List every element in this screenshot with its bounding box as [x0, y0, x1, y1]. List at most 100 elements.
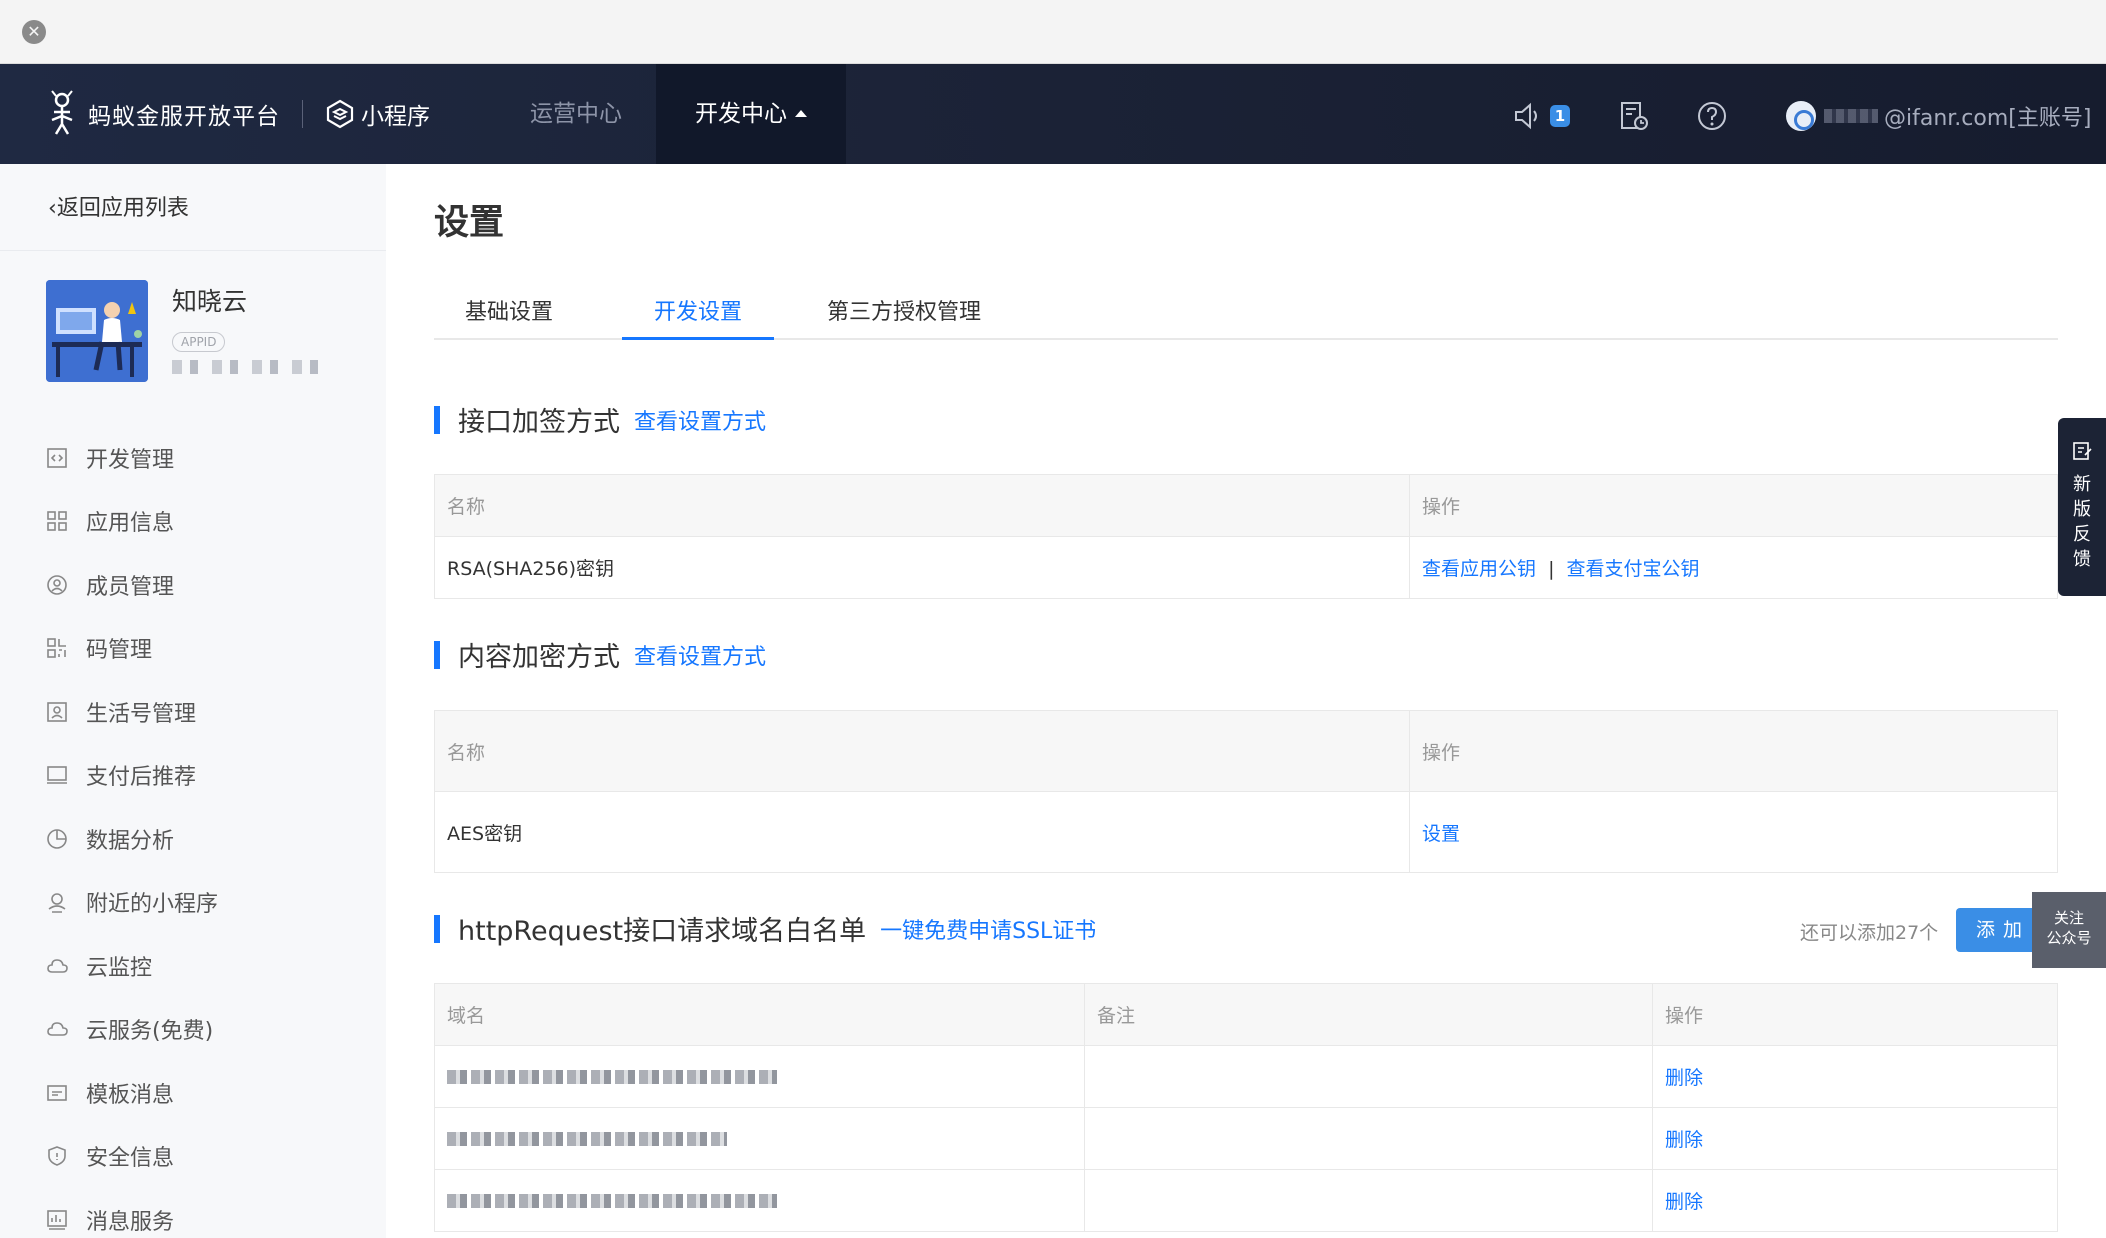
view-app-public-key-link[interactable]: 查看应用公钥	[1422, 558, 1536, 580]
sign-table: 名称 操作 RSA(SHA256)密钥 查看应用公钥 | 查看支付宝公钥	[434, 474, 2058, 599]
help-icon[interactable]	[1696, 100, 1728, 132]
action-cell: 删除	[1652, 1045, 2058, 1108]
sidebar-item-label: 附近的小程序	[86, 892, 219, 918]
whitelist-table: 域名 备注 操作 删除 删除 删除	[434, 983, 2058, 1232]
delete-domain-link[interactable]: 删除	[1665, 1129, 1703, 1151]
sign-section-label: 接口加签方式	[458, 407, 620, 438]
sidebar-item-code-management[interactable]: 码管理	[0, 617, 386, 681]
sidebar-item-post-payment-recommend[interactable]: 支付后推荐	[0, 744, 386, 808]
table-row: 删除	[434, 1169, 2058, 1232]
sign-section-title: 接口加签方式 查看设置方式	[434, 400, 766, 439]
sidebar-item-app-info[interactable]: 应用信息	[0, 490, 386, 554]
account-name-redacted	[1824, 109, 1878, 123]
domain-redacted	[447, 1070, 777, 1084]
feedback-label: 新版反馈	[2073, 474, 2091, 570]
sidebar-item-label: 生活号管理	[86, 701, 197, 727]
table-row: 删除	[434, 1107, 2058, 1170]
encrypt-view-settings-link[interactable]: 查看设置方式	[634, 639, 766, 671]
sidebar-item-cloud-monitoring[interactable]: 云监控	[0, 934, 386, 998]
sidebar-item-cloud-service[interactable]: 云服务(免费)	[0, 998, 386, 1062]
tab-dev-settings[interactable]: 开发设置	[622, 288, 774, 340]
chart-icon	[47, 1209, 67, 1230]
apps-icon	[47, 511, 67, 532]
nav-development-label: 开发中心	[695, 101, 787, 127]
sidebar-item-label: 应用信息	[86, 511, 175, 537]
edit-note-icon	[2073, 442, 2092, 460]
sidebar-item-dev-management[interactable]: 开发管理	[0, 426, 386, 490]
ssl-certificate-link[interactable]: 一键免费申请SSL证书	[880, 913, 1096, 945]
new-version-feedback-panel[interactable]: 新版反馈	[2058, 418, 2106, 596]
aes-set-link[interactable]: 设置	[1422, 823, 1460, 845]
sidebar-item-label: 码管理	[86, 638, 153, 664]
remark-cell	[1084, 1169, 1653, 1232]
main-content: 设置 基础设置 开发设置 第三方授权管理 接口加签方式 查看设置方式 名称 操作…	[386, 164, 2106, 1238]
whitelist-quota: 还可以添加27个	[1800, 922, 1939, 944]
sidebar-item-label: 云服务(免费)	[86, 1019, 214, 1045]
sidebar-item-label: 成员管理	[86, 574, 175, 600]
view-alipay-public-key-link[interactable]: 查看支付宝公钥	[1567, 558, 1700, 580]
page-title: 设置	[434, 203, 505, 243]
remark-cell	[1084, 1107, 1653, 1170]
sidebar-item-label: 安全信息	[86, 1146, 175, 1172]
account-menu[interactable]: @ifanr.com[主账号]	[1786, 100, 2091, 132]
column-header-remark: 备注	[1084, 983, 1653, 1046]
column-header-action: 操作	[1409, 474, 2058, 537]
sidebar-item-label: 云监控	[86, 955, 153, 981]
user-avatar-icon	[1786, 101, 1816, 131]
action-separator: |	[1548, 558, 1555, 580]
document-clock-icon[interactable]	[1618, 100, 1650, 132]
follow-official-account-panel[interactable]: 关注 公众号	[2032, 892, 2106, 968]
sidebar-item-security-info[interactable]: 安全信息	[0, 1125, 386, 1189]
action-cell: 删除	[1652, 1169, 2058, 1232]
close-window-icon[interactable]: ✕	[22, 20, 46, 44]
sidebar-item-label: 消息服务	[86, 1209, 175, 1235]
table-header-row: 域名 备注 操作	[434, 983, 2058, 1046]
sign-view-settings-link[interactable]: 查看设置方式	[634, 404, 766, 436]
back-to-app-list-link[interactable]: ‹返回应用列表	[48, 190, 189, 222]
cloud-icon	[47, 958, 68, 973]
sidebar-item-data-analysis[interactable]: 数据分析	[0, 807, 386, 871]
tab-basic-settings[interactable]: 基础设置	[434, 288, 584, 338]
delete-domain-link[interactable]: 删除	[1665, 1067, 1703, 1089]
chevron-left-icon: ‹	[48, 196, 57, 221]
tab-third-party-auth[interactable]: 第三方授权管理	[804, 288, 1004, 338]
sidebar-divider	[0, 250, 386, 251]
whitelist-section-label: httpRequest接口请求域名白名单	[458, 916, 867, 947]
follow-label-line2: 公众号	[2046, 929, 2092, 947]
brand-divider	[302, 100, 303, 128]
speaker-icon[interactable]	[1512, 100, 1544, 132]
back-link-label: 返回应用列表	[56, 196, 189, 221]
domain-cell	[434, 1045, 1085, 1108]
life-account-icon	[47, 701, 67, 722]
settings-tabs: 基础设置 开发设置 第三方授权管理	[434, 288, 2058, 340]
column-header-domain: 域名	[434, 983, 1085, 1046]
top-navigation: 蚂蚁金服开放平台 小程序 运营中心 开发中心 1 @ifanr.com[主账号]	[0, 64, 2106, 164]
section-marker	[434, 640, 440, 669]
app-illustration-icon	[46, 280, 148, 382]
delete-domain-link[interactable]: 删除	[1665, 1191, 1703, 1213]
key-name: RSA(SHA256)密钥	[434, 536, 1410, 599]
sidebar-item-label: 开发管理	[86, 447, 175, 473]
encrypt-section-label: 内容加密方式	[458, 642, 620, 673]
column-header-name: 名称	[434, 474, 1410, 537]
appid-value-redacted	[172, 360, 332, 374]
shield-icon	[48, 1146, 66, 1167]
sidebar-item-life-account[interactable]: 生活号管理	[0, 680, 386, 744]
account-email: @ifanr.com[主账号]	[1884, 106, 2092, 131]
remark-cell	[1084, 1045, 1653, 1108]
brand[interactable]: 蚂蚁金服开放平台 小程序	[44, 90, 430, 138]
app-avatar	[46, 280, 148, 382]
notification-badge[interactable]: 1	[1550, 105, 1570, 127]
monitor-icon	[47, 766, 67, 785]
pie-chart-icon	[47, 828, 67, 849]
sidebar-item-template-messages[interactable]: 模板消息	[0, 1061, 386, 1125]
nav-operations-center[interactable]: 运营中心	[530, 64, 622, 164]
section-marker	[434, 405, 440, 434]
nav-development-center[interactable]: 开发中心	[656, 64, 846, 164]
sidebar-item-members[interactable]: 成员管理	[0, 553, 386, 617]
section-marker	[434, 914, 440, 943]
key-actions: 设置	[1409, 791, 2058, 873]
domain-redacted	[447, 1194, 777, 1208]
sidebar-item-message-service[interactable]: 消息服务	[0, 1188, 386, 1238]
sidebar-item-nearby-mini-programs[interactable]: 附近的小程序	[0, 871, 386, 935]
